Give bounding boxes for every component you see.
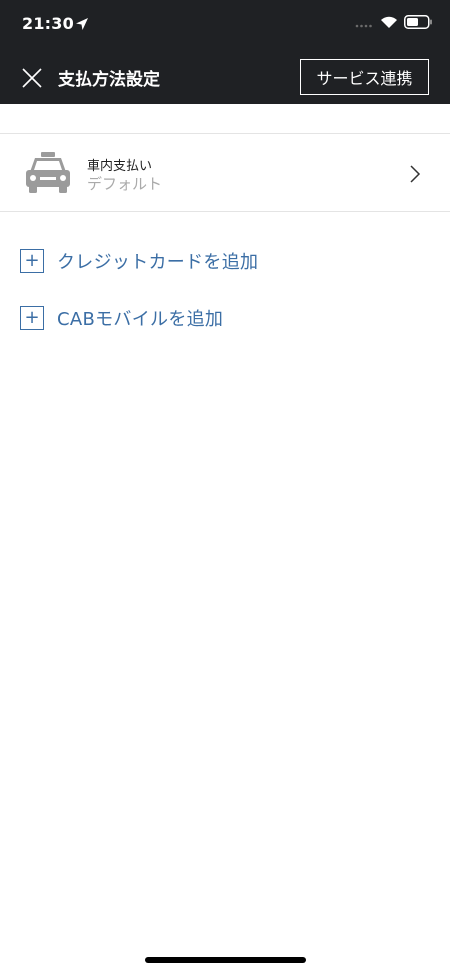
status-time: 21:30: [22, 14, 74, 33]
battery-icon: [404, 15, 432, 29]
home-indicator[interactable]: [145, 957, 306, 963]
signal-icon: [355, 24, 372, 28]
top-bar: 21:30 支払方法設定 サービス連携: [0, 0, 450, 104]
taxi-icon: [26, 152, 70, 193]
add-credit-card-label: クレジットカードを追加: [57, 252, 259, 273]
plus-icon: +: [20, 306, 44, 330]
divider-bottom: [0, 211, 450, 212]
add-cab-mobile-button[interactable]: + CABモバイルを追加: [20, 304, 223, 332]
payment-method-row[interactable]: 車内支払い デフォルト: [0, 134, 450, 212]
payment-method-default-label: デフォルト: [87, 175, 163, 193]
payment-method-name: 車内支払い: [87, 159, 153, 174]
page-title: 支払方法設定: [58, 70, 160, 90]
service-link-button[interactable]: サービス連携: [300, 59, 429, 95]
close-icon[interactable]: [18, 64, 46, 92]
location-arrow-icon: [76, 18, 88, 30]
wifi-icon: [381, 16, 397, 28]
add-cab-mobile-label: CABモバイルを追加: [57, 309, 224, 330]
chevron-right-icon: [410, 165, 421, 183]
plus-icon: +: [20, 249, 44, 273]
add-credit-card-button[interactable]: + クレジットカードを追加: [20, 247, 258, 275]
status-bar: 21:30: [0, 0, 450, 50]
navigation-bar: 支払方法設定 サービス連携: [0, 50, 450, 104]
